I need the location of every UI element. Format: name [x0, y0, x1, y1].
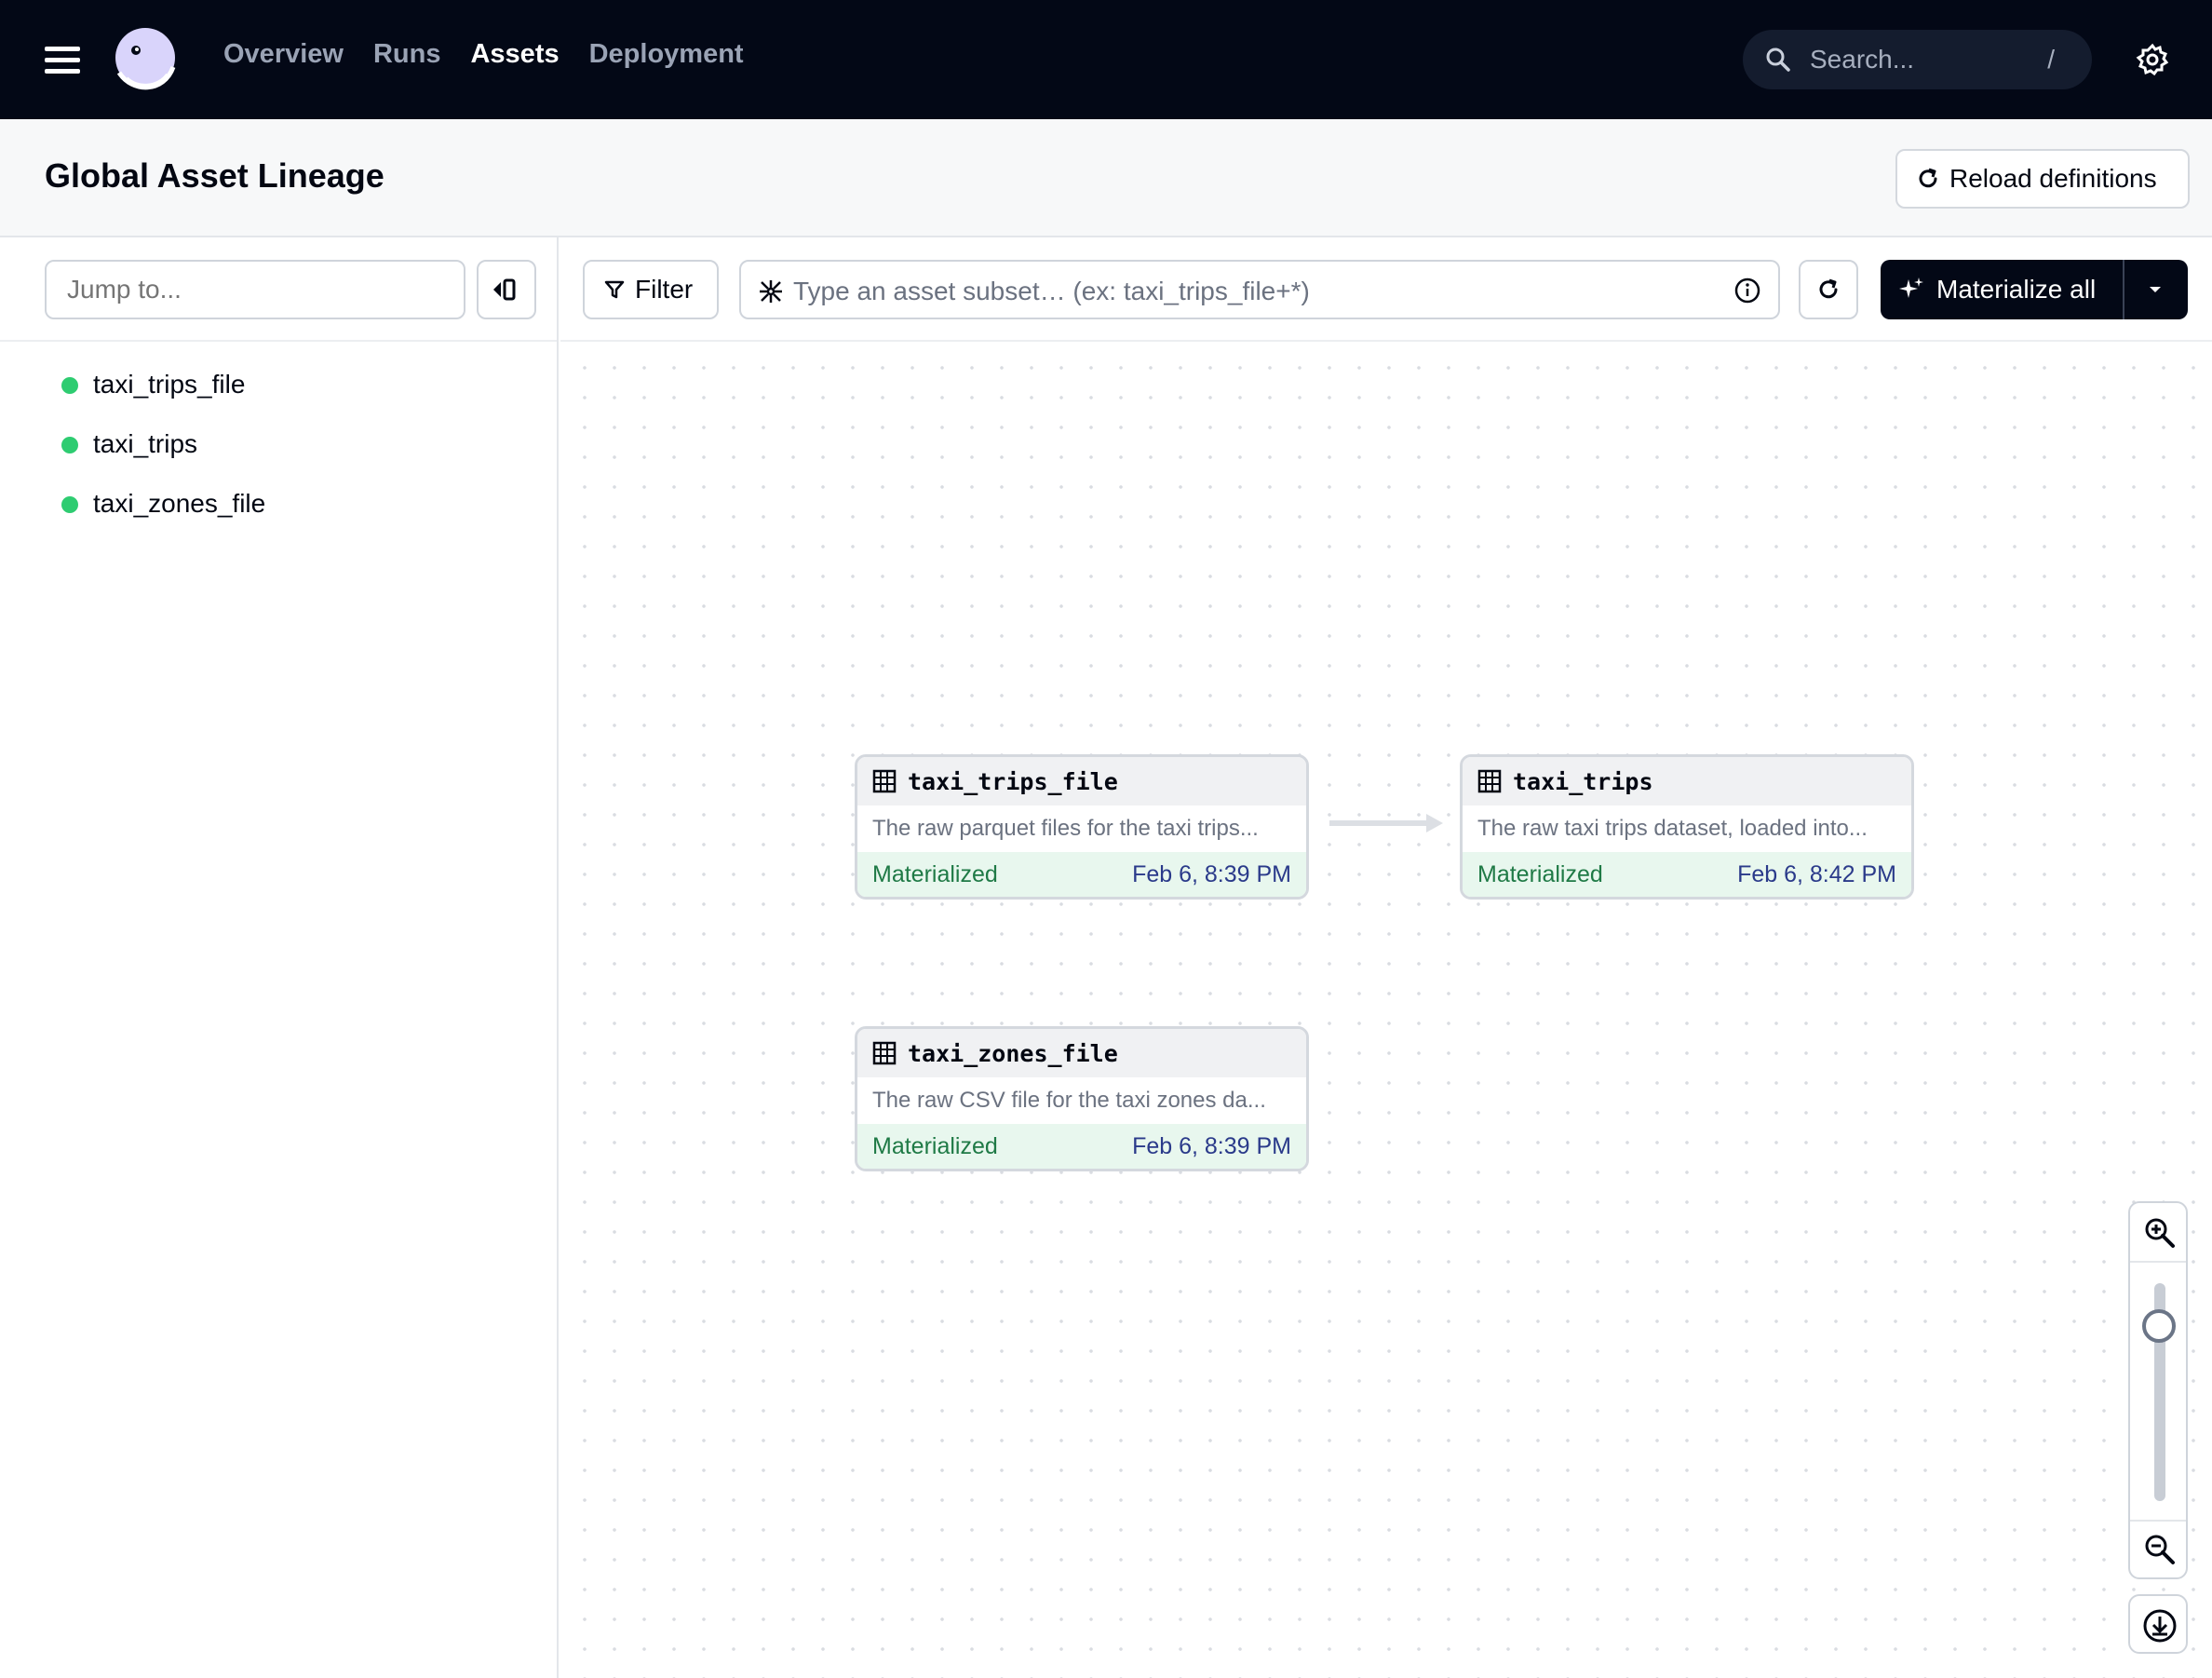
reload-definitions-button[interactable]: Reload definitions	[1895, 149, 2190, 209]
asset-node-description: The raw parquet files for the taxi trips…	[872, 816, 1259, 841]
top-nav: Overview Runs Assets Deployment Search..…	[0, 0, 2212, 119]
refresh-button[interactable]	[1799, 260, 1858, 319]
asset-node-taxi-trips[interactable]: taxi_trips The raw taxi trips dataset, l…	[1460, 754, 1914, 900]
nav-overview[interactable]: Overview	[223, 39, 344, 70]
materialized-status: Materialized	[872, 1132, 998, 1159]
asset-node-name: taxi_trips_file	[908, 767, 1118, 795]
info-icon[interactable]	[1733, 277, 1761, 304]
status-dot	[61, 437, 78, 453]
asset-node-status: Materialized Feb 6, 8:39 PM	[857, 1124, 1306, 1169]
asset-graph-canvas[interactable]: taxi_trips_file The raw parquet files fo…	[560, 344, 2212, 1678]
materialized-timestamp[interactable]: Feb 6, 8:42 PM	[1737, 861, 1896, 888]
materialize-all-main[interactable]: Materialize all	[1881, 260, 2124, 319]
dagster-logo[interactable]	[110, 24, 181, 95]
materialize-all-button[interactable]: Materialize all	[1881, 260, 2188, 319]
collapse-panel-icon	[493, 278, 516, 301]
asset-node-description: The raw CSV file for the taxi zones da..…	[872, 1088, 1266, 1113]
asset-graph-icon	[760, 280, 782, 303]
sidebar-divider	[0, 340, 557, 342]
page-header: Global Asset Lineage Reload definitions	[0, 119, 2212, 237]
status-dot	[61, 377, 78, 394]
filter-button[interactable]: Filter	[583, 260, 719, 319]
search-placeholder: Search...	[1810, 45, 1915, 74]
zoom-out-icon[interactable]	[2143, 1533, 2177, 1566]
search-input[interactable]: Search... /	[1743, 30, 2092, 89]
asset-subset-placeholder: Type an asset subset… (ex: taxi_trips_fi…	[793, 277, 1310, 305]
asset-node-taxi-zones-file[interactable]: taxi_zones_file The raw CSV file for the…	[855, 1026, 1309, 1171]
materialized-timestamp[interactable]: Feb 6, 8:39 PM	[1132, 861, 1291, 888]
materialize-all-label: Materialize all	[1936, 275, 2097, 304]
table-icon	[1477, 769, 1502, 793]
asset-sidebar: taxi_trips_file taxi_trips taxi_zones_fi…	[0, 237, 559, 1678]
graph-toolbar: Filter Type an asset subset… (ex: taxi_t…	[560, 237, 2212, 342]
list-item[interactable]: taxi_trips_file	[0, 355, 557, 414]
nav-assets[interactable]: Assets	[470, 39, 559, 70]
asset-node-name: taxi_zones_file	[908, 1039, 1118, 1067]
nav-deployment[interactable]: Deployment	[589, 39, 744, 70]
asset-node-header: taxi_trips_file	[857, 757, 1306, 805]
asset-node-header: taxi_zones_file	[857, 1029, 1306, 1077]
search-shortcut: /	[2047, 45, 2055, 74]
materialized-status: Materialized	[872, 860, 998, 887]
zoom-in-icon[interactable]	[2143, 1216, 2177, 1250]
reload-definitions-label: Reload definitions	[1949, 164, 2157, 193]
menu-icon[interactable]	[45, 45, 82, 74]
asset-node-taxi-trips-file[interactable]: taxi_trips_file The raw parquet files fo…	[855, 754, 1309, 900]
zoom-divider	[2130, 1261, 2186, 1263]
asset-subset-input[interactable]: Type an asset subset… (ex: taxi_trips_fi…	[739, 260, 1780, 319]
asset-node-name: taxi_trips	[1513, 767, 1653, 795]
zoom-controls	[2128, 1201, 2188, 1579]
asset-node-status: Materialized Feb 6, 8:42 PM	[1463, 852, 1911, 897]
asset-node-description: The raw taxi trips dataset, loaded into.…	[1477, 816, 1868, 841]
filter-icon	[604, 280, 625, 299]
nav-links: Overview Runs Assets Deployment	[223, 39, 744, 70]
download-graph-button[interactable]	[2128, 1594, 2188, 1654]
materialized-status: Materialized	[1477, 860, 1603, 887]
lineage-edge	[1329, 814, 1443, 832]
chevron-down-icon	[2150, 287, 2161, 292]
asset-node-header: taxi_trips	[1463, 757, 1911, 805]
filter-label: Filter	[635, 275, 694, 304]
sparkle-icon	[1899, 277, 1923, 298]
page-title: Global Asset Lineage	[45, 156, 384, 195]
status-dot	[61, 496, 78, 513]
search-icon	[1766, 47, 1790, 72]
reload-icon	[1919, 168, 1937, 188]
asset-name: taxi_zones_file	[93, 489, 266, 518]
collapse-sidebar-button[interactable]	[477, 260, 536, 319]
table-icon	[872, 769, 897, 793]
zoom-divider	[2130, 1520, 2186, 1522]
gear-icon[interactable]	[2136, 43, 2169, 76]
materialize-options-dropdown[interactable]	[2124, 260, 2186, 319]
download-icon	[2143, 1609, 2177, 1643]
refresh-icon	[1819, 278, 1838, 299]
asset-name: taxi_trips_file	[93, 370, 246, 399]
jump-to-input[interactable]	[45, 260, 465, 319]
table-icon	[872, 1041, 897, 1065]
list-item[interactable]: taxi_trips	[0, 414, 557, 474]
materialized-timestamp[interactable]: Feb 6, 8:39 PM	[1132, 1133, 1291, 1160]
asset-name: taxi_trips	[93, 429, 198, 458]
asset-list: taxi_trips_file taxi_trips taxi_zones_fi…	[0, 355, 557, 534]
nav-runs[interactable]: Runs	[373, 39, 441, 70]
list-item[interactable]: taxi_zones_file	[0, 474, 557, 534]
asset-node-status: Materialized Feb 6, 8:39 PM	[857, 852, 1306, 897]
zoom-slider-handle[interactable]	[2142, 1309, 2176, 1343]
